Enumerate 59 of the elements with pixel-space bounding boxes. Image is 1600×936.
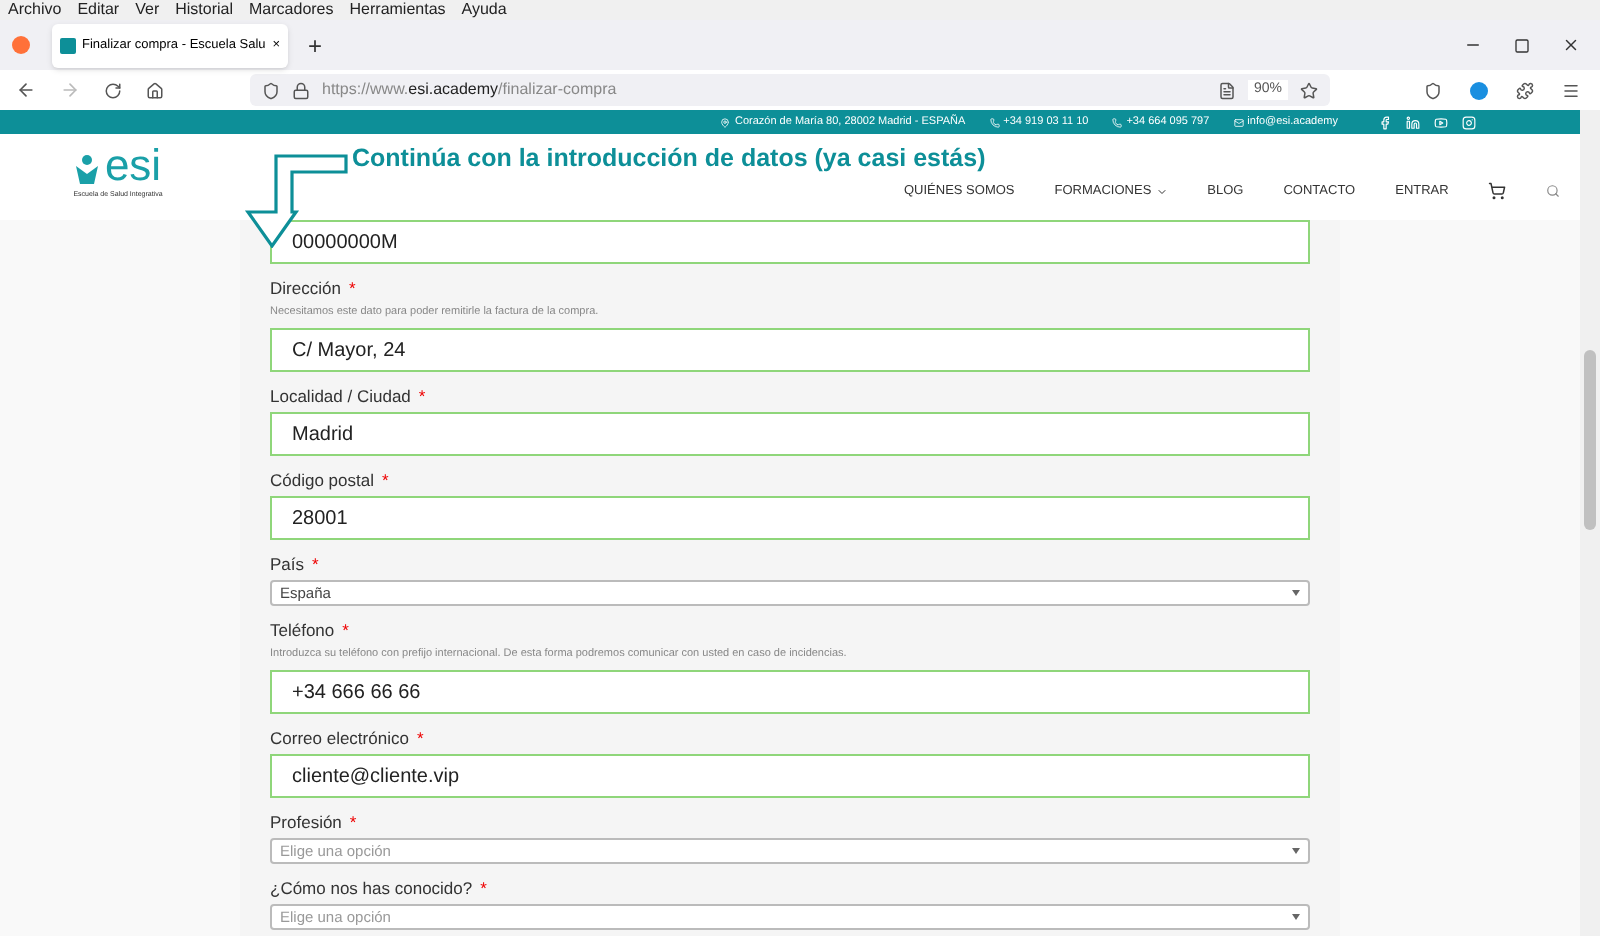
- required-marker: *: [312, 554, 319, 574]
- menu-item[interactable]: Ver: [135, 0, 160, 22]
- bookmark-star-icon[interactable]: [1300, 81, 1318, 99]
- input-field[interactable]: 00000000M: [270, 220, 1310, 264]
- home-icon[interactable]: [146, 81, 164, 99]
- required-marker: *: [348, 278, 356, 298]
- new-tab-button[interactable]: +: [308, 27, 323, 63]
- field-label: Profesión: [270, 812, 342, 832]
- back-icon[interactable]: [16, 80, 36, 100]
- field-label: Teléfono: [270, 620, 335, 640]
- logo-figure-icon: [74, 154, 101, 186]
- puzzle-icon[interactable]: [1516, 81, 1534, 99]
- menu-item[interactable]: Historial: [175, 0, 234, 22]
- menu-item[interactable]: Marcadores: [249, 0, 334, 22]
- input-field[interactable]: +34 666 66 66: [270, 670, 1310, 714]
- input-field[interactable]: cliente@cliente.vip: [270, 754, 1310, 798]
- shield-icon: [262, 81, 280, 99]
- search-icon[interactable]: [1546, 184, 1561, 199]
- phone-icon: [989, 117, 1000, 127]
- field-label: País: [270, 554, 305, 574]
- youtube-icon[interactable]: [1434, 115, 1448, 129]
- menu-item[interactable]: Archivo: [8, 0, 62, 22]
- input-field[interactable]: Madrid: [270, 412, 1310, 456]
- input-field[interactable]: C/ Mayor, 24: [270, 328, 1310, 372]
- chevron-icon: [1155, 185, 1168, 198]
- reload-icon[interactable]: [104, 81, 122, 99]
- close-window-icon[interactable]: [1562, 36, 1580, 54]
- required-marker: *: [480, 878, 487, 898]
- field-label: ¿Cómo nos has conocido?: [270, 878, 473, 898]
- required-marker: *: [418, 386, 426, 406]
- field-label: Código postal: [270, 470, 374, 490]
- menu-item[interactable]: Editar: [77, 0, 120, 22]
- input-field[interactable]: 28001: [270, 496, 1310, 540]
- field-label: Dirección: [270, 278, 341, 298]
- banner-heading: Continúa con la introducción de datos (ya casi estás): [352, 142, 986, 176]
- mail-icon: [1233, 117, 1244, 127]
- field-label: Correo electrónico: [270, 728, 409, 748]
- menu-icon[interactable]: [1562, 81, 1580, 99]
- instagram-icon[interactable]: [1462, 115, 1476, 129]
- linkedin-icon[interactable]: [1406, 115, 1420, 129]
- extension-icon[interactable]: [1470, 81, 1488, 99]
- required-marker: *: [349, 812, 357, 832]
- cart-icon[interactable]: [1488, 182, 1507, 201]
- caret-icon: [1292, 914, 1300, 920]
- menu-item[interactable]: Ayuda: [461, 0, 507, 22]
- required-marker: *: [416, 728, 424, 748]
- required-marker: *: [342, 620, 349, 640]
- scrollbar[interactable]: [1580, 110, 1600, 936]
- site-favicon-icon: [60, 37, 76, 53]
- lock-icon: [292, 81, 310, 99]
- menu-item[interactable]: Herramientas: [349, 0, 446, 22]
- pin-icon: [720, 117, 731, 127]
- facebook-icon[interactable]: [1378, 115, 1392, 129]
- field-label: Localidad / Ciudad: [270, 386, 411, 406]
- required-marker: *: [381, 470, 389, 490]
- maximize-icon[interactable]: [1514, 37, 1530, 53]
- reader-icon[interactable]: [1217, 81, 1236, 99]
- caret-icon: [1292, 590, 1300, 596]
- caret-icon: [1292, 848, 1300, 854]
